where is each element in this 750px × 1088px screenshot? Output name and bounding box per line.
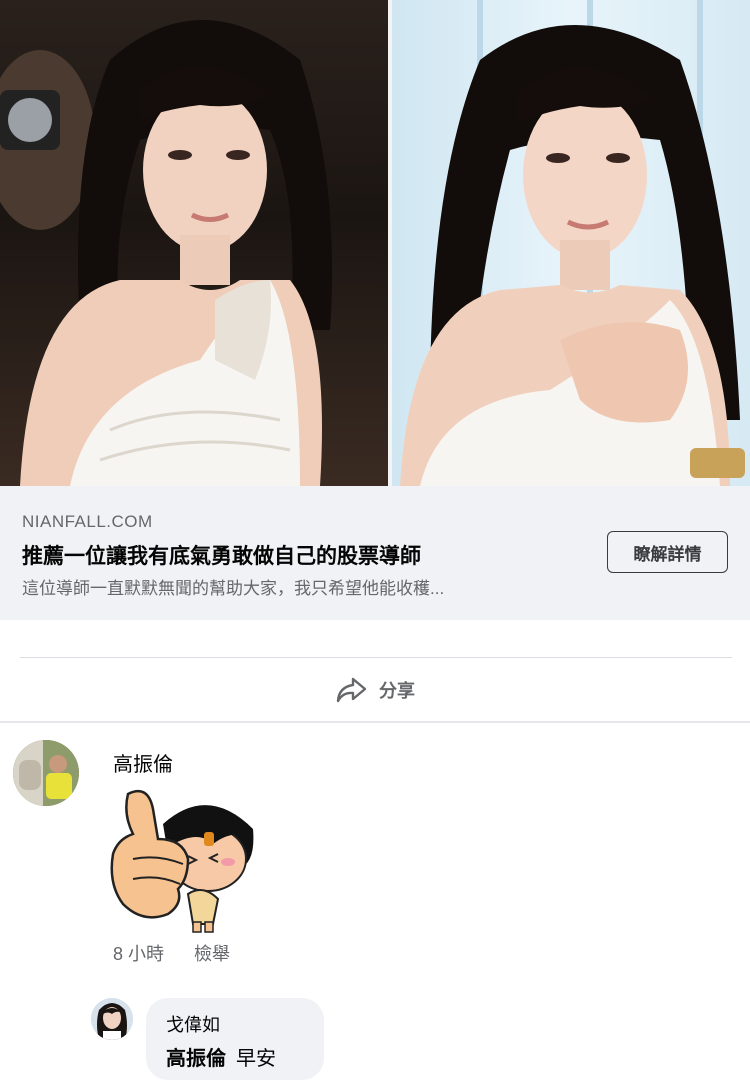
reply-text: 高振倫 早安 bbox=[166, 1042, 276, 1071]
link-domain: NIANFALL.COM bbox=[22, 512, 153, 531]
comment-timestamp[interactable]: 8 小時 bbox=[113, 940, 164, 966]
share-arrow-icon bbox=[335, 676, 367, 704]
link-headline[interactable]: 推薦一位讓我有底氣勇敢做自己的股票導師 bbox=[22, 540, 421, 570]
report-link[interactable]: 檢舉 bbox=[194, 940, 230, 966]
link-preview[interactable]: NIANFALL.COM 推薦一位讓我有底氣勇敢做自己的股票導師 這位導師一直默… bbox=[0, 486, 750, 620]
reply-bubble: 戈偉如 高振倫 早安 bbox=[146, 998, 324, 1080]
share-label: 分享 bbox=[379, 681, 415, 701]
link-description: 這位導師一直默默無聞的幫助大家，我只希望他能收穫... bbox=[22, 579, 445, 598]
mention-link[interactable]: 高振倫 bbox=[166, 1048, 226, 1070]
avatar[interactable] bbox=[13, 740, 79, 806]
photo-divider bbox=[388, 0, 392, 486]
ad-image[interactable] bbox=[0, 0, 750, 486]
ad-photo-right bbox=[390, 0, 750, 486]
section-separator bbox=[0, 721, 750, 723]
reply-message: 早安 bbox=[236, 1048, 276, 1070]
comment-author[interactable]: 高振倫 bbox=[113, 748, 173, 777]
comment-meta: 8 小時 檢舉 bbox=[113, 940, 230, 966]
thumbs-up-girl-sticker bbox=[108, 784, 258, 934]
reply-avatar[interactable] bbox=[91, 998, 133, 1040]
reply-author[interactable]: 戈偉如 bbox=[166, 1011, 220, 1037]
learn-more-button[interactable]: 瞭解詳情 bbox=[607, 531, 728, 573]
ad-photo-left bbox=[0, 0, 390, 486]
actions-divider bbox=[20, 657, 732, 658]
share-button[interactable]: 分享 bbox=[0, 662, 750, 718]
